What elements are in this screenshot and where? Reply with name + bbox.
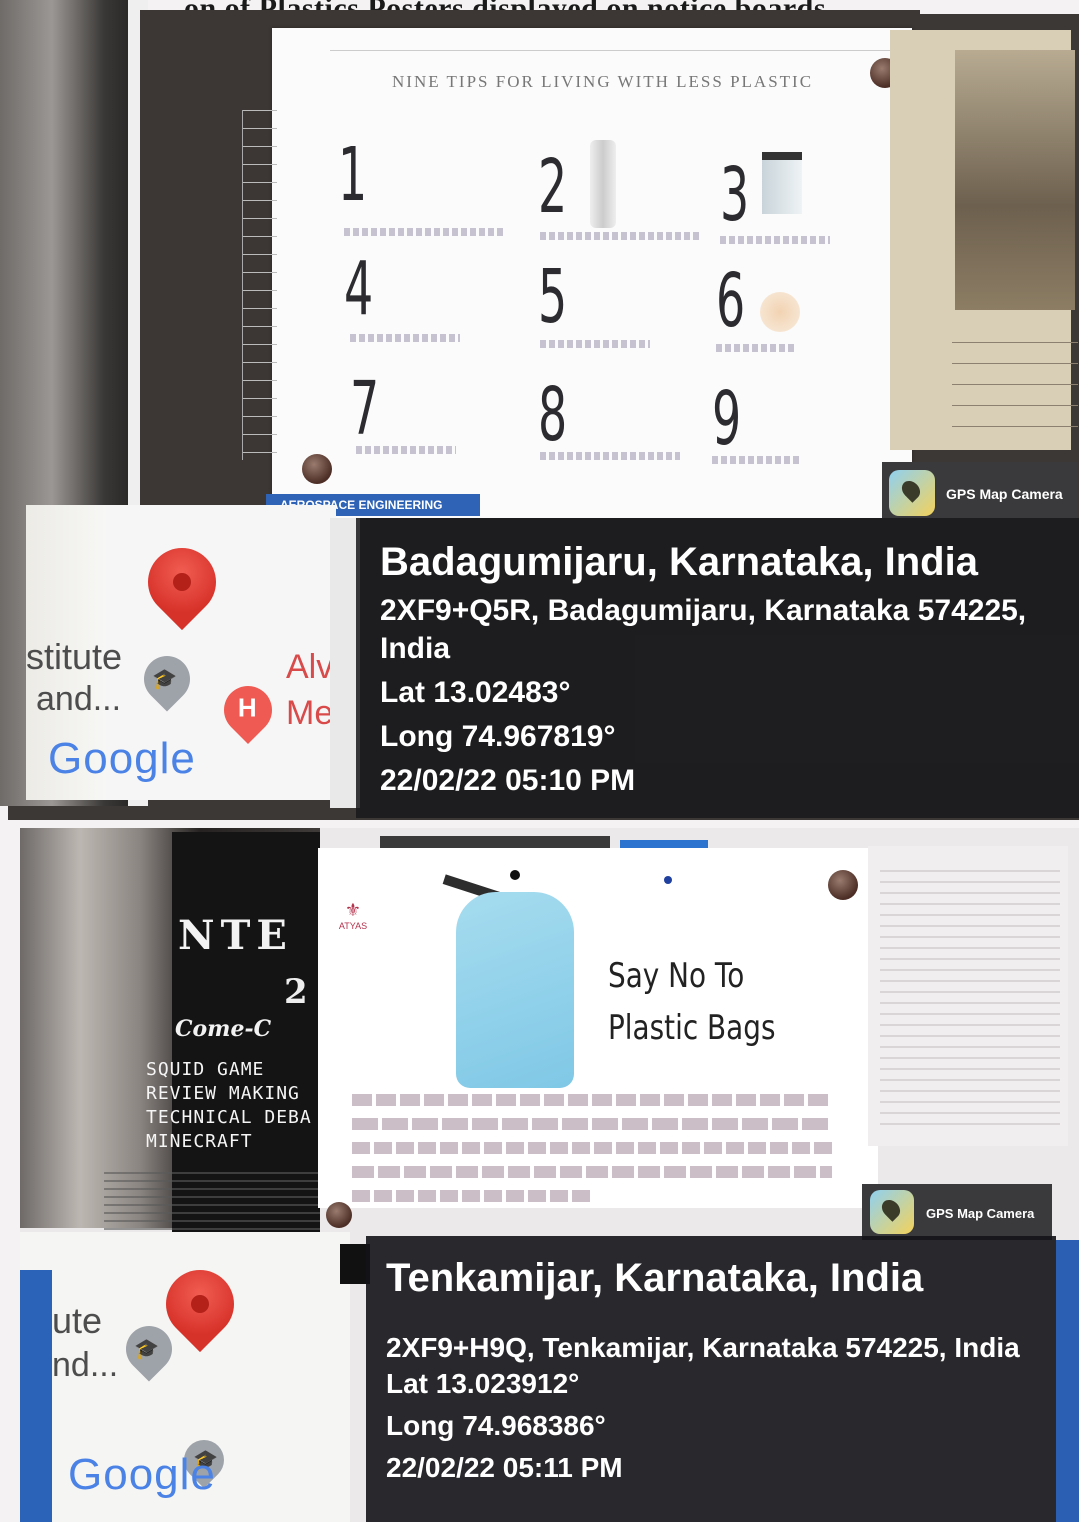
map-edge-blue (20, 1270, 52, 1522)
location-address: 2XF9+H9Q, Tenkamijar, Karnataka 574225, … (386, 1332, 1020, 1363)
location-longitude: Long 74.967819° (380, 720, 616, 753)
event-poster-list: SQUID GAME REVIEW MAKING TECHNICAL DEBA … (146, 1058, 312, 1154)
thumbtack-icon (302, 454, 332, 484)
map-label-and: and... (36, 680, 122, 718)
location-address: 2XF9+Q5R, Badagumijaru, Karnataka 574225… (380, 594, 1027, 627)
map-label-institute: stitute (26, 636, 123, 677)
event-item: REVIEW MAKING (146, 1083, 300, 1104)
certificate-text-lines (952, 322, 1078, 427)
map-label-me: Me (286, 694, 334, 732)
gps-badge-label: GPS Map Camera (946, 486, 1063, 502)
location-place: Badagumijaru, Karnataka, India (380, 540, 978, 584)
tip-number-6: 6 (716, 258, 746, 344)
gps-map-camera-icon (889, 470, 935, 516)
event-poster-title: NTE (178, 912, 293, 959)
tip-caption (712, 456, 802, 464)
hospital-glyph: H (237, 692, 257, 723)
poster-dot (510, 870, 520, 880)
event-poster-subtitle: Come-C (175, 1016, 272, 1042)
google-logo: Google (48, 734, 196, 784)
flower-illustration (760, 292, 800, 332)
tip-number-4: 4 (344, 246, 374, 332)
location-latitude: Lat 13.023912° (386, 1368, 580, 1399)
thumbtack-icon (828, 870, 858, 900)
location-datetime: 22/02/22 05:11 PM (386, 1452, 623, 1483)
location-latitude: Lat 13.02483° (380, 676, 571, 709)
poster-logo-emblem: ⚜ (344, 900, 362, 920)
tip-caption (350, 334, 460, 342)
tip-caption (720, 236, 830, 244)
map-label-ute: ute (52, 1300, 103, 1341)
event-poster-footer (104, 1172, 320, 1232)
poster-header-strip (330, 28, 910, 51)
map-label-alv: Alv (286, 648, 334, 686)
event-poster-number: 2 (284, 972, 308, 1012)
poster-dot (664, 876, 672, 884)
location-place: Tenkamijar, Karnataka, India (386, 1256, 924, 1300)
tip-caption (356, 446, 456, 454)
tip-caption (540, 452, 680, 460)
tip-number-7: 7 (350, 366, 380, 452)
info-edge-blue (1056, 1240, 1079, 1522)
event-item: TECHNICAL DEBA (146, 1107, 312, 1128)
tip-caption (540, 232, 700, 240)
tip-number-3: 3 (720, 152, 750, 238)
tip-number-8: 8 (538, 372, 568, 458)
gps-badge-label: GPS Map Camera (926, 1206, 1035, 1221)
tip-number-2: 2 (538, 144, 568, 230)
tip-number-5: 5 (538, 254, 568, 340)
cup-illustration (762, 152, 802, 214)
location-address-country: India (380, 632, 451, 665)
tip-number-1: 1 (338, 132, 368, 218)
event-item: SQUID GAME (146, 1059, 265, 1080)
poster-logo-text: ATYAS (338, 921, 368, 931)
plastic-bag-illustration (456, 892, 574, 1088)
tip-caption (344, 228, 504, 236)
google-logo-text: Google (68, 1450, 216, 1499)
poster-title: NINE TIPS FOR LIVING WITH LESS PLASTIC (392, 72, 814, 91)
google-logo-text: Google (48, 734, 196, 783)
gps-map-camera-icon (870, 1190, 914, 1234)
tip-caption (540, 340, 650, 348)
tip-caption (716, 344, 796, 352)
ruler-strip (242, 110, 277, 460)
poster-heading: Say No To Plastic Bags (608, 956, 776, 1048)
poster-paragraph (352, 1094, 832, 1202)
tip-number-9: 9 (712, 376, 742, 462)
poster-logo: ⚜ ATYAS (336, 900, 370, 931)
table-sheet-rows (880, 870, 1060, 1130)
thumbtack-icon (326, 1202, 352, 1228)
location-longitude: Long 74.968386° (386, 1410, 606, 1441)
event-item: MINECRAFT (146, 1131, 253, 1152)
map-label-nd: nd... (52, 1346, 119, 1384)
google-logo: Google (68, 1450, 216, 1500)
bottle-illustration (590, 140, 616, 228)
location-datetime: 22/02/22 05:10 PM (380, 764, 636, 797)
portrait-photo (955, 50, 1075, 310)
